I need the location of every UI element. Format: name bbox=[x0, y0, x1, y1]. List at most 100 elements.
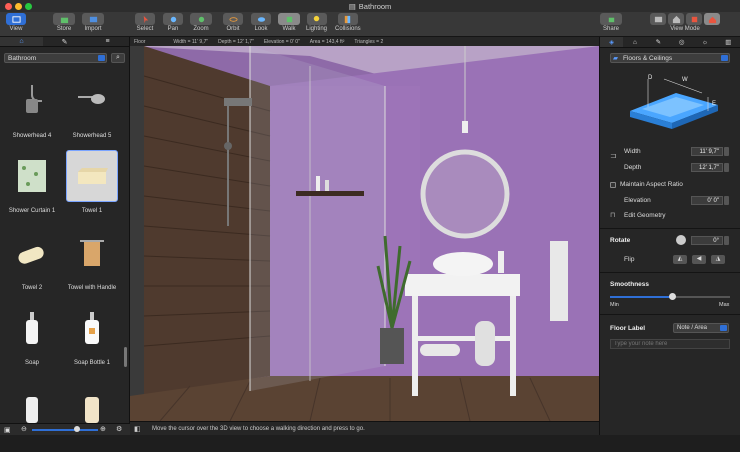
import-icon bbox=[89, 16, 97, 22]
rotate-dial[interactable] bbox=[676, 235, 686, 245]
diagram-d-label: D bbox=[648, 75, 653, 81]
zoom-in-icon[interactable]: ⊕ bbox=[100, 425, 106, 433]
floor-dimension-diagram: D W E bbox=[630, 75, 718, 129]
slider-knob[interactable] bbox=[74, 426, 80, 432]
share-icon bbox=[608, 17, 614, 22]
tab-light[interactable]: ☼ bbox=[693, 37, 716, 47]
lightbulb-icon bbox=[313, 15, 320, 21]
category-select[interactable]: Bathroom bbox=[4, 53, 107, 63]
library-item-soap[interactable]: Soap bbox=[5, 302, 59, 377]
library-scrollbar[interactable] bbox=[124, 347, 127, 367]
link-icon[interactable]: ⊐ bbox=[610, 151, 617, 160]
rotate-stepper[interactable] bbox=[724, 236, 729, 245]
depth-stepper[interactable] bbox=[724, 163, 729, 172]
library-item-showerhead-5[interactable]: Showerhead 5 bbox=[65, 75, 119, 150]
note-input[interactable] bbox=[610, 339, 730, 349]
tab-project[interactable]: ≡ bbox=[86, 37, 129, 46]
library-item-towel-1[interactable]: Towel 1 bbox=[65, 150, 119, 225]
share-button[interactable]: Share bbox=[600, 13, 622, 32]
library-item-lotion[interactable] bbox=[5, 377, 59, 452]
elevation-field[interactable]: 0' 0" bbox=[691, 196, 723, 205]
edit-geometry-button[interactable]: Edit Geometry bbox=[624, 212, 666, 219]
view-mode-label: View Mode bbox=[670, 26, 700, 32]
flip-vertical-button[interactable]: ◀ bbox=[692, 255, 706, 264]
zoom-tool[interactable]: Zoom bbox=[190, 13, 212, 32]
rotate-field[interactable]: 0° bbox=[691, 236, 723, 245]
flip-both-icon: ◮ bbox=[715, 256, 721, 262]
category-dropdown[interactable]: ▰ Floors & Ceilings bbox=[610, 53, 730, 63]
hint-text: Move the cursor over the 3D view to choo… bbox=[152, 425, 365, 432]
library-panel: ⌂ ✎ ≡ Bathroom ⌕ Showerhead 4 Showerhead… bbox=[0, 37, 130, 435]
depth-field[interactable]: 12' 1,7" bbox=[691, 163, 723, 172]
width-field[interactable]: 11' 9,7" bbox=[691, 147, 723, 156]
look-tool[interactable]: Look bbox=[251, 13, 271, 32]
walk-tool[interactable]: Walk bbox=[278, 13, 300, 32]
tab-object-settings[interactable]: ◈ bbox=[600, 37, 624, 47]
store-button[interactable]: Store bbox=[53, 13, 75, 32]
flip-vertical-icon: ◀ bbox=[696, 256, 702, 262]
category-label: Bathroom bbox=[8, 54, 37, 62]
view-mode-control[interactable]: View Mode bbox=[650, 13, 720, 32]
view-button[interactable]: View bbox=[6, 13, 26, 32]
lighting-button[interactable]: Lighting bbox=[306, 13, 327, 32]
elevation-view-button[interactable] bbox=[686, 13, 702, 25]
floor-label-dropdown[interactable]: Note / Area bbox=[673, 323, 729, 333]
flip-horizontal-button[interactable]: ◭ bbox=[673, 255, 687, 264]
orbit-tool[interactable]: Orbit bbox=[223, 13, 243, 32]
smoothness-max-label: Max bbox=[719, 302, 730, 308]
tab-inventory[interactable]: ⌂ bbox=[623, 37, 646, 47]
smoothness-slider-knob[interactable] bbox=[669, 293, 677, 300]
library-item-soap-bottle-1[interactable]: Soap Bottle 1 bbox=[65, 302, 119, 377]
depth-label: Depth bbox=[624, 164, 642, 171]
eye-icon bbox=[257, 16, 265, 22]
towel-rack-icon bbox=[80, 240, 104, 266]
zoom-out-icon[interactable]: ⊖ bbox=[21, 425, 27, 433]
gear-icon[interactable]: ⚙ bbox=[116, 425, 122, 433]
tab-materials[interactable]: ✎ bbox=[43, 37, 86, 46]
aspect-ratio-checkbox[interactable] bbox=[610, 182, 616, 188]
smoothness-slider[interactable] bbox=[610, 293, 730, 300]
diagram-w-label: W bbox=[682, 77, 688, 83]
tab-objects[interactable]: ⌂ bbox=[0, 37, 43, 46]
3d-view-button[interactable] bbox=[704, 13, 720, 25]
title-bar: ▤ Bathroom bbox=[0, 0, 740, 12]
3d-viewport[interactable] bbox=[130, 46, 599, 421]
tab-camera[interactable]: ◎ bbox=[670, 37, 693, 47]
thumbnail-size-slider[interactable] bbox=[32, 429, 98, 431]
library-item-bottle[interactable] bbox=[65, 377, 119, 452]
split-view-button[interactable] bbox=[668, 13, 684, 25]
width-stepper[interactable] bbox=[724, 147, 729, 156]
inspector-tabs: ◈ ⌂ ✎ ◎ ☼ ▥ bbox=[600, 37, 740, 48]
minimize-window-button[interactable] bbox=[15, 3, 22, 10]
library-item-towel-2[interactable]: Towel 2 bbox=[5, 227, 59, 302]
select-tool[interactable]: Select bbox=[135, 13, 155, 32]
flip-both-button[interactable]: ◮ bbox=[711, 255, 725, 264]
soap-bottle-icon bbox=[85, 312, 99, 344]
library-item-showerhead-4[interactable]: Showerhead 4 bbox=[5, 75, 59, 150]
walk-label: Walk bbox=[282, 26, 296, 32]
library-item-towel-with-handle[interactable]: Towel with Handle bbox=[65, 227, 119, 302]
shower-curtain-icon bbox=[18, 160, 46, 192]
pan-tool[interactable]: Pan bbox=[163, 13, 183, 32]
status-area: Area = 143,4 ft² bbox=[309, 38, 345, 45]
tab-wall[interactable]: ▥ bbox=[717, 37, 740, 47]
store-icon bbox=[60, 17, 68, 23]
close-window-button[interactable] bbox=[5, 3, 12, 10]
elevation-stepper[interactable] bbox=[724, 196, 729, 205]
search-button[interactable]: ⌕ bbox=[111, 53, 125, 63]
zoom-window-button[interactable] bbox=[25, 3, 32, 10]
import-button[interactable]: Import bbox=[82, 13, 104, 32]
chair-icon: ⌂ bbox=[633, 38, 637, 46]
zoom-icon bbox=[198, 16, 204, 22]
floor-label-value: Note / Area bbox=[677, 325, 708, 331]
collisions-button[interactable]: Collisions bbox=[335, 13, 361, 32]
search-icon: ⌕ bbox=[116, 54, 120, 61]
home-icon: ⌂ bbox=[19, 38, 24, 45]
category-dropdown-label: Floors & Ceilings bbox=[623, 54, 673, 62]
bathroom-scene bbox=[130, 46, 599, 421]
plan-view-button[interactable] bbox=[650, 13, 666, 25]
library-item-shower-curtain-1[interactable]: Shower Curtain 1 bbox=[5, 150, 59, 225]
floor-icon: ▰ bbox=[613, 55, 618, 62]
tab-material[interactable]: ✎ bbox=[647, 37, 670, 47]
rotate-label: Rotate bbox=[610, 237, 631, 244]
